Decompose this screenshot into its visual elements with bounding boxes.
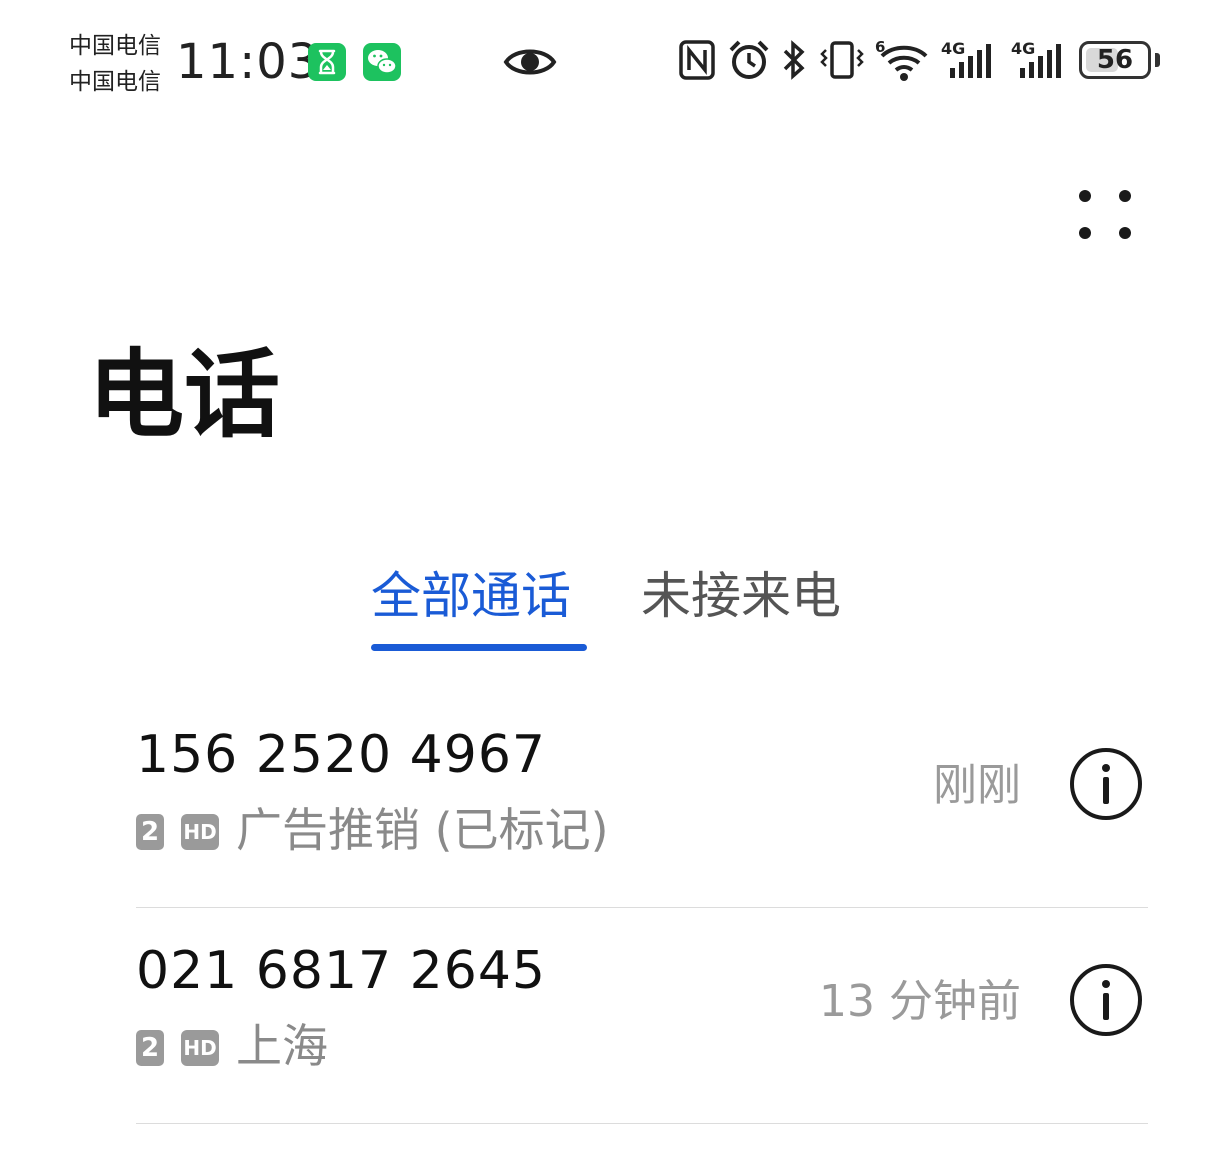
status-time: 11:03	[176, 34, 320, 90]
tab-all-calls[interactable]: 全部通话	[371, 564, 571, 628]
wifi-6-label: 6	[875, 38, 885, 56]
carrier-info: 中国电信 中国电信	[69, 28, 161, 100]
signal-4g-icon: 4G	[1011, 39, 1061, 78]
info-icon[interactable]	[1068, 746, 1144, 822]
call-time: 13 分钟前	[819, 976, 1021, 1027]
vibrate-icon	[820, 41, 864, 79]
carrier-2: 中国电信	[69, 69, 161, 95]
battery-nub	[1155, 53, 1160, 67]
tab-missed-calls[interactable]: 未接来电	[641, 564, 841, 628]
battery-level: 56	[1096, 45, 1134, 75]
sim-card-badge: 2	[136, 1030, 164, 1066]
page-title: 电话	[88, 339, 280, 451]
call-log-row[interactable]: 021 6817 2645 2 HD 上海 13 分钟前	[136, 908, 1148, 1124]
call-time: 刚刚	[933, 760, 1021, 811]
bluetooth-icon	[783, 40, 805, 80]
call-log-row[interactable]: 156 2520 4967 2 HD 广告推销 (已标记) 刚刚	[136, 692, 1148, 908]
signal-2-label: 4G	[1011, 39, 1035, 58]
hd-badge: HD	[181, 1030, 219, 1066]
signal-1-label: 4G	[941, 39, 965, 58]
phone-app-screen: 中国电信 中国电信 11:03 6 4G 4G 56 电话 全部通话 未接来电 …	[0, 0, 1228, 1164]
call-number: 021 6817 2645	[136, 941, 546, 1001]
battery-icon: 56	[1079, 41, 1151, 79]
wechat-icon	[363, 43, 401, 81]
status-bar: 中国电信 中国电信 11:03 6 4G 4G 56	[0, 0, 1228, 125]
wifi-6-icon: 6	[875, 38, 928, 81]
hourglass-app-icon	[308, 43, 346, 81]
nfc-icon	[679, 40, 715, 80]
signal-4g-icon: 4G	[941, 39, 991, 78]
more-dots-icon[interactable]	[1071, 182, 1141, 252]
carrier-1: 中国电信	[69, 33, 161, 59]
row-divider	[136, 1123, 1148, 1124]
active-tab-indicator	[371, 644, 587, 651]
sim-card-badge: 2	[136, 814, 164, 850]
call-number: 156 2520 4967	[136, 725, 546, 785]
info-icon[interactable]	[1068, 962, 1144, 1038]
eye-icon	[503, 49, 557, 75]
hd-badge: HD	[181, 814, 219, 850]
call-label: 上海	[236, 1019, 328, 1073]
call-label: 广告推销 (已标记)	[236, 803, 609, 857]
alarm-icon	[729, 40, 769, 79]
